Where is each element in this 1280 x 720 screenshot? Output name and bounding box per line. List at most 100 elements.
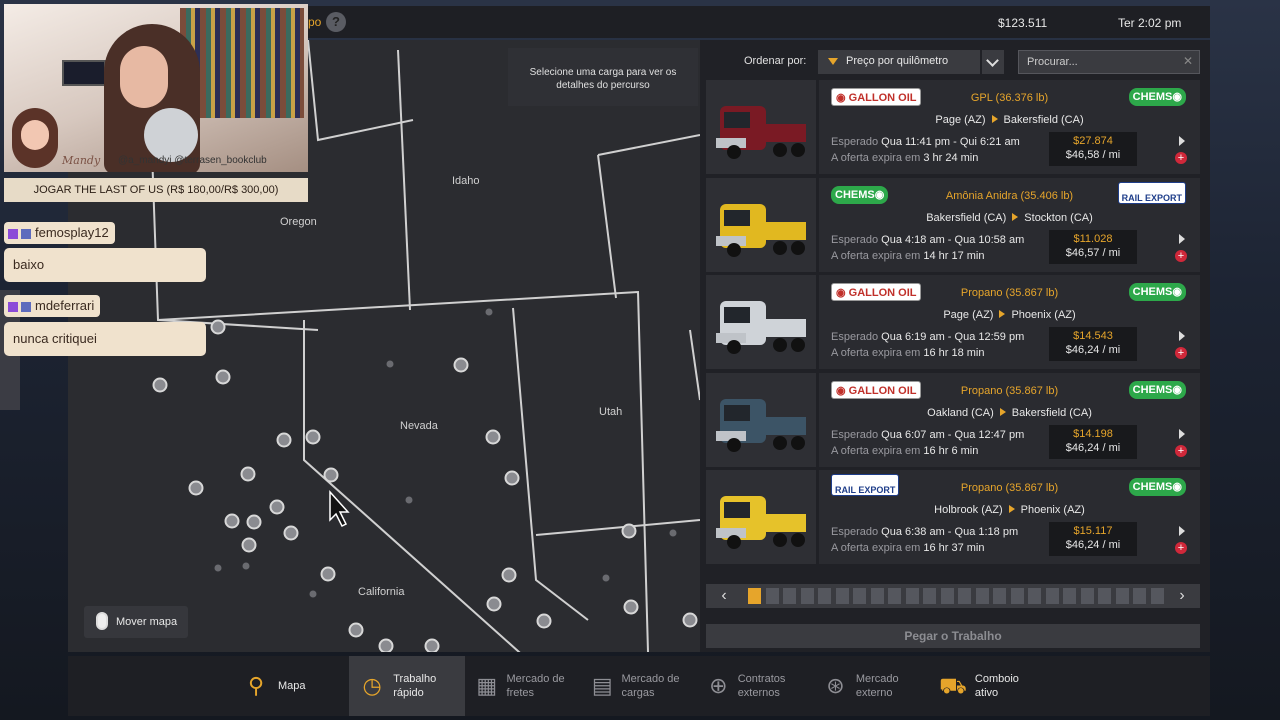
page-segment[interactable]: [958, 588, 971, 604]
sort-label: Ordenar por:: [744, 55, 807, 67]
page-segment[interactable]: [800, 588, 814, 604]
add-icon[interactable]: +: [1175, 249, 1187, 262]
play-icon[interactable]: [1179, 428, 1185, 439]
next-page-icon[interactable]: ›: [1170, 584, 1194, 608]
nav-clock[interactable]: ◷ Trabalho rápido: [349, 656, 465, 716]
page-segment[interactable]: [870, 588, 884, 604]
city-marker[interactable]: [386, 360, 394, 368]
play-icon[interactable]: [1179, 526, 1185, 536]
search-input[interactable]: Procurar... ✕: [1018, 50, 1200, 74]
city-marker[interactable]: [188, 480, 204, 496]
job-row[interactable]: ◉ GALLON OIL CHEMS◉ Propano (35.867 lb) …: [706, 372, 1200, 467]
city-marker[interactable]: [424, 638, 440, 653]
page-segment[interactable]: [888, 588, 901, 604]
city-marker[interactable]: [621, 523, 637, 539]
job-row[interactable]: RAIL EXPORT CHEMS◉ Propano (35.867 lb) H…: [706, 470, 1200, 564]
price-box: $27.874 $46,58 / mi: [1049, 132, 1137, 166]
page-segment[interactable]: [835, 588, 849, 604]
city-marker[interactable]: [305, 429, 321, 445]
city-marker[interactable]: [485, 308, 493, 316]
play-icon[interactable]: [1179, 136, 1185, 146]
city-marker[interactable]: [210, 319, 226, 335]
city-marker[interactable]: [224, 513, 240, 529]
city-marker[interactable]: [602, 574, 610, 582]
add-icon[interactable]: +: [1175, 444, 1187, 457]
move-map-button[interactable]: Mover mapa: [84, 606, 188, 638]
city-marker[interactable]: [242, 562, 250, 570]
page-segment[interactable]: [1098, 588, 1111, 604]
nav-map[interactable]: ⚲ Mapa: [232, 656, 348, 716]
city-marker[interactable]: [309, 590, 317, 598]
city-marker[interactable]: [485, 429, 501, 445]
page-segment[interactable]: [1010, 588, 1024, 604]
page-segment[interactable]: [1150, 588, 1164, 604]
add-icon[interactable]: +: [1175, 152, 1187, 164]
job-info: ◉ GALLON OIL CHEMS◉ GPL (36.376 lb) Page…: [819, 80, 1200, 174]
city-marker[interactable]: [504, 470, 520, 486]
page-segment[interactable]: [1115, 588, 1129, 604]
city-marker[interactable]: [623, 599, 639, 615]
city-marker[interactable]: [486, 596, 502, 612]
page-segment[interactable]: [975, 588, 989, 604]
city-marker[interactable]: [269, 499, 285, 515]
nav-cargo[interactable]: ▤ Mercado de cargas: [581, 656, 697, 716]
city-marker[interactable]: [536, 613, 552, 629]
page-segment[interactable]: [765, 588, 779, 604]
twitch-icon: [8, 301, 18, 312]
chevron-down-icon[interactable]: [982, 50, 1004, 74]
page-segment[interactable]: [748, 588, 761, 604]
page-segment[interactable]: [1045, 588, 1059, 604]
nav-boxes[interactable]: ▦ Mercado de fretes: [465, 656, 581, 716]
add-icon[interactable]: +: [1175, 347, 1187, 359]
city-marker[interactable]: [241, 537, 257, 553]
city-marker[interactable]: [669, 529, 677, 537]
city-marker[interactable]: [378, 638, 394, 653]
city-marker[interactable]: [453, 357, 469, 373]
page-segment[interactable]: [853, 588, 866, 604]
job-row[interactable]: CHEMS◉ RAIL EXPORT Amônia Anidra (35.406…: [706, 177, 1200, 272]
nav-convoy[interactable]: ⛟ Comboio ativo: [929, 656, 1045, 716]
nav-globe[interactable]: ⊕ Contratos externos: [697, 656, 813, 716]
nav-globe-cargo[interactable]: ⊛ Mercado externo: [813, 656, 929, 716]
page-segment[interactable]: [1028, 588, 1041, 604]
job-row[interactable]: ◉ GALLON OIL CHEMS◉ GPL (36.376 lb) Page…: [706, 80, 1200, 174]
page-segment[interactable]: [993, 588, 1006, 604]
twitch-icon: [8, 228, 18, 239]
help-icon[interactable]: ?: [326, 12, 346, 32]
donation-goal: JOGAR THE LAST OF US (R$ 180,00/R$ 300,0…: [4, 178, 308, 202]
city-marker[interactable]: [348, 622, 364, 638]
city-marker[interactable]: [501, 567, 517, 583]
play-icon[interactable]: [1179, 233, 1185, 244]
page-segment[interactable]: [783, 588, 796, 604]
page-segment[interactable]: [818, 588, 831, 604]
play-icon[interactable]: [1179, 331, 1185, 341]
city-marker[interactable]: [246, 514, 262, 530]
tab-stub[interactable]: po: [308, 15, 321, 29]
city-marker[interactable]: [240, 466, 256, 482]
page-segment[interactable]: [923, 588, 936, 604]
border-line: [597, 134, 700, 156]
take-job-button[interactable]: Pegar o Trabalho: [706, 624, 1200, 648]
offer-expiry: A oferta expira em 14 hr 17 min: [831, 249, 985, 262]
page-segment[interactable]: [1080, 588, 1094, 604]
price-box: $11.028 $46,57 / mi: [1049, 229, 1137, 264]
city-marker[interactable]: [152, 377, 168, 393]
prev-page-icon[interactable]: ‹: [712, 584, 736, 608]
page-segment[interactable]: [1133, 588, 1146, 604]
city-marker[interactable]: [405, 496, 413, 504]
city-marker[interactable]: [214, 564, 222, 572]
city-marker[interactable]: [323, 467, 339, 483]
city-marker[interactable]: [276, 432, 292, 448]
city-marker[interactable]: [320, 566, 336, 582]
job-row[interactable]: ◉ GALLON OIL CHEMS◉ Propano (35.867 lb) …: [706, 275, 1200, 369]
city-marker[interactable]: [283, 525, 299, 541]
job-price: $14.198: [1073, 427, 1113, 440]
sort-select[interactable]: Preço por quilômetro: [818, 50, 980, 74]
page-segment[interactable]: [1063, 588, 1076, 604]
page-segment[interactable]: [940, 588, 954, 604]
page-segment[interactable]: [905, 588, 919, 604]
city-marker[interactable]: [682, 612, 698, 628]
city-marker[interactable]: [215, 369, 231, 385]
add-icon[interactable]: +: [1175, 542, 1187, 554]
close-icon[interactable]: ✕: [1183, 54, 1193, 68]
